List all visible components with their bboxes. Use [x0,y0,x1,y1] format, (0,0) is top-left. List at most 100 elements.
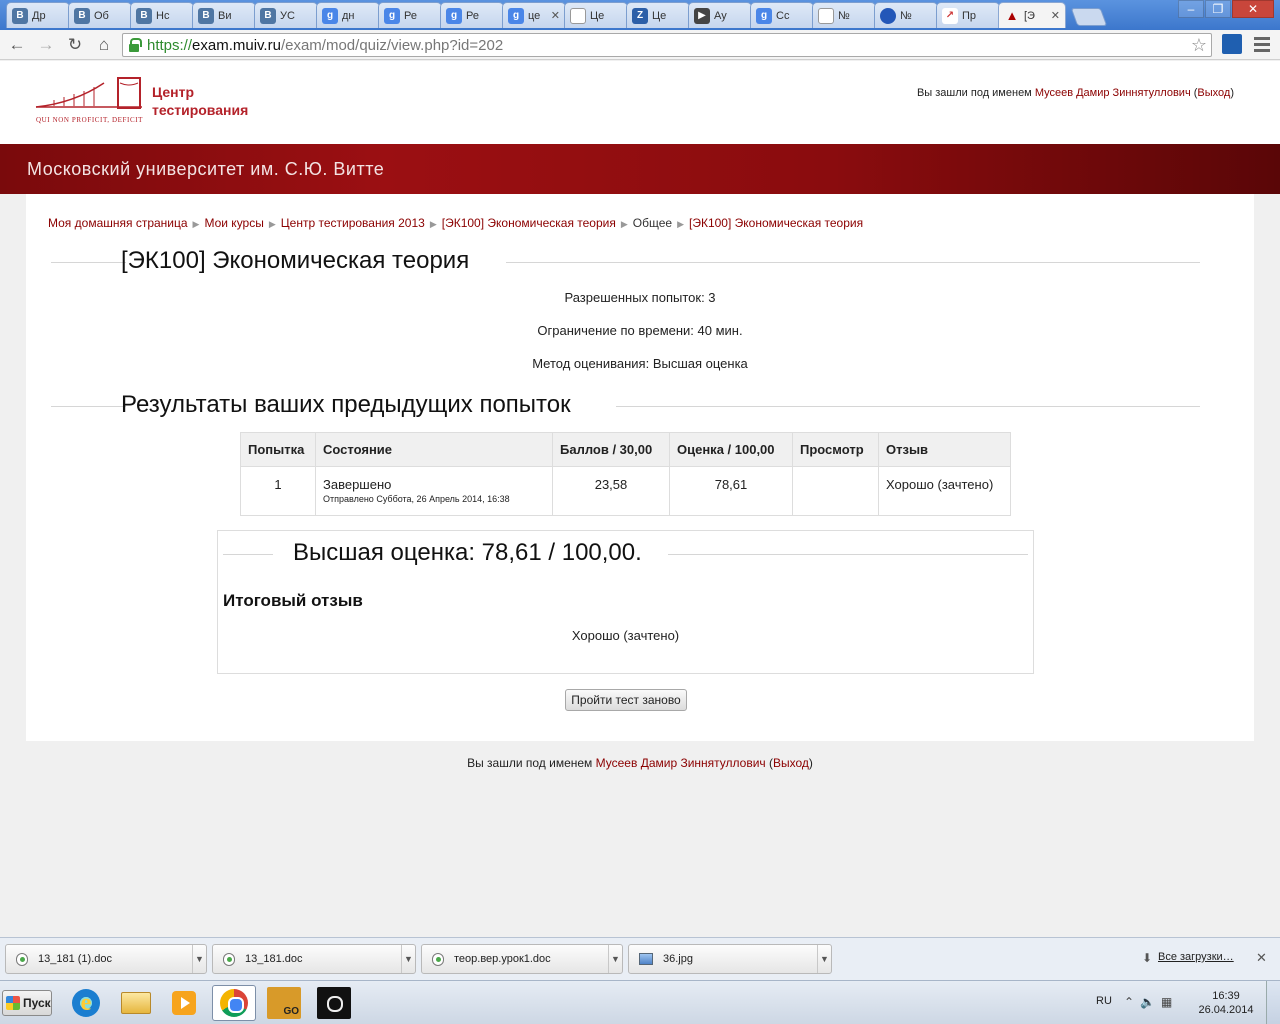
breadcrumb-testing-center[interactable]: Центр тестирования 2013 [281,216,425,230]
tab-6[interactable]: g Ре [378,2,442,28]
taskbar-explorer[interactable] [114,985,158,1021]
back-icon[interactable]: ← [6,34,28,56]
col-marks[interactable]: Баллов / 30,00 [552,432,670,467]
graduation-cap-icon: ▲ [1005,8,1019,23]
banner-title: Московский университет им. С.Ю. Витте [27,159,385,179]
tab-13[interactable]: № [812,2,876,28]
new-tab-button[interactable] [1070,8,1108,26]
tab-label: Сс [776,9,790,22]
col-state[interactable]: Состояние [315,432,553,467]
globe-icon [880,7,896,24]
tab-3[interactable]: В Ви [192,2,256,28]
tab-label: Це [652,9,667,22]
tab-label: Нс [156,9,170,22]
download-name: 13_181.doc [245,953,303,965]
show-desktop-button[interactable] [1266,981,1280,1024]
results-rule-right [616,406,1200,407]
breadcrumb-course[interactable]: [ЭК100] Экономическая теория [442,216,616,230]
vk-icon: В [260,7,276,24]
user-profile-link-bottom[interactable]: Мусеев Дамир Зиннятуллович [596,756,766,770]
breadcrumb: Моя домашняя страница ▶ Мои курсы ▶ Центр те… [48,216,863,230]
tab-11[interactable]: ▶ Ау [688,2,752,28]
url-path: /exam/mod/quiz/view.php?id=202 [280,37,504,54]
taskbar-chrome[interactable] [212,985,256,1021]
folder-icon [121,992,151,1014]
tab-14[interactable]: № [874,2,938,28]
address-bar[interactable]: https://exam.muiv.ru/exam/mod/quiz/view.… [122,33,1212,57]
tab-15[interactable]: ↗ Пр [936,2,1000,28]
tab-label: Др [32,9,46,22]
tab-2[interactable]: В Нс [130,2,194,28]
download-name: теор.вер.урок1.doc [454,953,551,965]
download-shelf: 13_181 (1).doc ▼ 13_181.doc ▼ теор.вер.уро… [0,937,1280,980]
maximize-icon[interactable]: ❐ [1205,0,1231,18]
chevron-down-icon[interactable]: ▼ [401,945,415,973]
col-review[interactable]: Просмотр [792,432,879,467]
user-profile-link[interactable]: Мусеев Дамир Зиннятуллович [1035,87,1191,99]
bookmark-star-icon[interactable]: ☆ [1191,35,1207,56]
breadcrumb-home[interactable]: Моя домашняя страница [48,216,188,230]
chevron-down-icon[interactable]: ▼ [608,945,622,973]
tab-active[interactable]: ▲ [Э ✕ [998,2,1066,28]
tab-close-icon[interactable]: ✕ [551,9,560,22]
col-attempt[interactable]: Попытка [240,432,316,467]
home-icon[interactable]: ⌂ [93,34,115,56]
tray-icons: ⌃🔈▦ [1124,995,1178,1009]
tab-9[interactable]: Це [564,2,628,28]
download-item-3[interactable]: 36.jpg ▼ [628,944,832,974]
network-icon[interactable]: ▦ [1161,995,1178,1009]
table-row: 1 Завершено Отправлено Суббота, 26 Апрель… [240,466,1011,516]
minimize-icon[interactable]: – [1178,0,1204,18]
extension-icon[interactable] [1222,34,1242,54]
overall-feedback-title: Итоговый отзыв [223,591,363,610]
tab-8[interactable]: g це ✕ [502,2,566,28]
site-logo[interactable]: Центр тестирования QUI NON PROFICIT, DEF… [34,75,264,131]
tab-10[interactable]: Z Це [626,2,690,28]
logout-link[interactable]: Выход [1197,87,1230,99]
tab-7[interactable]: g Ре [440,2,504,28]
retry-quiz-button[interactable]: Пройти тест заново [565,689,687,711]
chevron-down-icon[interactable]: ▼ [817,945,831,973]
cell-grade: 78,61 [669,466,793,516]
grade-rule-right [668,554,1028,555]
volume-icon[interactable]: 🔈 [1140,995,1161,1009]
col-grade[interactable]: Оценка / 100,00 [669,432,793,467]
browser-toolbar: ← → ↻ ⌂ https://exam.muiv.ru/exam/mod/qu… [0,30,1280,60]
close-window-icon[interactable]: ✕ [1232,0,1274,18]
page-viewport: Центр тестирования QUI NON PROFICIT, DEF… [0,61,1280,937]
taskbar-steam[interactable] [312,985,356,1021]
system-clock[interactable]: 16:39 26.04.2014 [1196,989,1256,1017]
play-icon: ▶ [694,7,710,24]
tab-0[interactable]: В Др [6,2,70,28]
attempts-allowed: Разрешенных попыток: 3 [564,290,716,305]
login-prefix-bottom: Вы зашли под именем [467,756,596,770]
tab-1[interactable]: В Об [68,2,132,28]
forward-icon[interactable]: → [35,34,57,56]
breadcrumb-quiz[interactable]: [ЭК100] Экономическая теория [689,216,863,230]
tab-4[interactable]: В УС [254,2,318,28]
chevron-down-icon[interactable]: ▼ [192,945,206,973]
start-button[interactable]: Пуск [2,990,52,1016]
tab-12[interactable]: g Сс [750,2,814,28]
url-host: exam.muiv.ru [192,37,281,54]
close-shelf-icon[interactable]: ✕ [1256,950,1267,966]
download-item-1[interactable]: 13_181.doc ▼ [212,944,416,974]
taskbar-ie[interactable]: e [64,985,108,1021]
breadcrumb-my-courses[interactable]: Мои курсы [204,216,263,230]
reload-icon[interactable]: ↻ [64,34,86,56]
col-feedback[interactable]: Отзыв [878,432,1011,467]
tab-5[interactable]: g дн [316,2,380,28]
download-item-0[interactable]: 13_181 (1).doc ▼ [5,944,207,974]
download-item-2[interactable]: теор.вер.урок1.doc ▼ [421,944,623,974]
taskbar-csgo[interactable]: GO [262,985,306,1021]
chevron-up-icon[interactable]: ⌃ [1124,995,1140,1009]
taskbar-media-player[interactable] [162,985,206,1021]
all-downloads-link[interactable]: Все загрузки… [1158,951,1234,963]
tab-close-icon[interactable]: ✕ [1051,9,1060,22]
tab-label: Ау [714,9,727,22]
language-indicator[interactable]: RU [1096,995,1112,1007]
logout-link-bottom[interactable]: Выход [773,756,809,770]
chart-icon: ↗ [942,7,958,24]
document-icon [818,7,834,24]
menu-icon[interactable] [1252,34,1272,54]
